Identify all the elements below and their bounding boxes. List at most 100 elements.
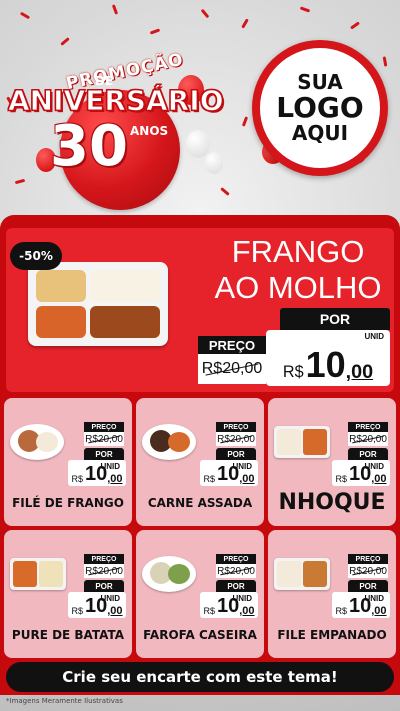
new-price: R$ 10,00 UNID [332, 592, 390, 618]
product-name: CARNE ASSADA [147, 496, 253, 510]
old-price: R$20,00 [198, 354, 266, 384]
por-label: POR [348, 580, 388, 592]
preco-label: PREÇO [198, 336, 266, 354]
salad [36, 306, 86, 338]
confetti [60, 37, 70, 46]
currency: R$ [335, 473, 347, 484]
preco-label: PREÇO [84, 422, 124, 432]
confetti [200, 8, 210, 19]
por-label: POR [84, 580, 124, 592]
price-cents: ,00 [107, 472, 123, 485]
confetti [299, 6, 311, 13]
currency: R$ [203, 473, 215, 484]
old-price: R$20,00 [348, 432, 388, 446]
por-label: POR [280, 308, 390, 330]
food-portion [13, 561, 37, 587]
preco-label: PREÇO [348, 554, 388, 564]
currency: R$ [71, 605, 83, 616]
logo-line1: SUA [297, 70, 343, 95]
new-price: R$ 10 ,00 UNID [266, 330, 390, 386]
confetti [149, 28, 161, 35]
unit-label: UNID [100, 594, 120, 603]
unit-label: UNID [100, 462, 120, 471]
food-portion [303, 429, 327, 455]
currency: R$ [282, 362, 304, 381]
old-price: R$20,00 [348, 564, 388, 578]
product-card[interactable]: PREÇOR$20,00 PORR$10,00UNID FAROFA CASEIRA [136, 530, 264, 658]
product-card[interactable]: PREÇOR$20,00 PORR$10,00UNID FILE EMPANADO [268, 530, 396, 658]
product-name: PURE DE BATATA [11, 628, 125, 642]
preco-label: PREÇO [84, 554, 124, 564]
currency: R$ [335, 605, 347, 616]
logo-line3: AQUI [291, 120, 349, 145]
price-cents: ,00 [239, 604, 255, 617]
food-portion [303, 561, 327, 587]
food-portion [168, 564, 190, 584]
currency: R$ [71, 473, 83, 484]
anniversary-badge: PROMOÇÃO DE ANIVERSÁRIO 30 ANOS [8, 50, 235, 210]
food-box-image [274, 558, 330, 590]
featured-food-image [28, 262, 168, 346]
price-cents: ,00 [345, 361, 374, 384]
promo-suffix: ANOS [130, 124, 169, 138]
food-plate-image [10, 424, 64, 460]
unit-label: UNID [232, 594, 252, 603]
food-box-image [10, 558, 66, 590]
price-cents: ,00 [371, 604, 387, 617]
new-price: R$ 10,00 UNID [68, 592, 126, 618]
old-price: R$20,00 [84, 432, 124, 446]
featured-title-line1: FRANGO [231, 234, 365, 269]
price-int: 10 [305, 344, 346, 385]
logo-line2: LOGO [276, 91, 364, 125]
unit-label: UNID [364, 462, 384, 471]
product-card[interactable]: PREÇOR$20,00 PORR$10,00UNID CARNE ASSADA [136, 398, 264, 526]
header-banner: PROMOÇÃO DE ANIVERSÁRIO 30 ANOS SUA LOGO… [0, 0, 400, 215]
confetti [382, 56, 388, 67]
confetti [241, 116, 249, 127]
food-tray [28, 262, 168, 346]
product-name: FILÉ DE FRANGO [12, 496, 124, 510]
currency: R$ [203, 605, 215, 616]
confetti [19, 11, 31, 20]
food-portion [277, 429, 301, 455]
food-portion [168, 432, 190, 452]
chicken [90, 306, 160, 338]
unit-label: UNID [232, 462, 252, 471]
food-box-image [274, 426, 330, 458]
discount-badge: -50% [10, 242, 62, 270]
unit-label: UNID [364, 332, 384, 341]
por-label: POR [216, 448, 256, 460]
por-label: POR [84, 448, 124, 460]
food-portion [39, 561, 63, 587]
product-card[interactable]: PREÇOR$20,00 PORR$10,00UNID FILÉ DE FRANGO [4, 398, 132, 526]
footer-note: *Imagens Meramente Ilustrativas [6, 697, 123, 705]
preco-label: PREÇO [348, 422, 388, 432]
food-plate-image [142, 424, 196, 460]
product-name: NHOQUE [278, 490, 386, 515]
new-price: R$ 10,00 UNID [332, 460, 390, 486]
confetti [111, 4, 119, 15]
confetti [241, 18, 249, 29]
old-price: R$20,00 [84, 564, 124, 578]
price-cents: ,00 [107, 604, 123, 617]
product-card[interactable]: PREÇOR$20,00 PORR$10,00UNID PURE DE BATATA [4, 530, 132, 658]
food-plate-image [142, 556, 196, 592]
new-price: R$ 10,00 UNID [68, 460, 126, 486]
rice [90, 270, 160, 302]
promo-number: 30 [50, 114, 128, 179]
create-flyer-button[interactable]: Crie seu encarte com este tema! [6, 662, 394, 692]
new-price: R$ 10,00 UNID [200, 460, 258, 486]
featured-title: FRANGO AO MOLHO [200, 234, 396, 306]
logo-placeholder[interactable]: SUA LOGO AQUI [252, 40, 388, 176]
confetti [350, 21, 360, 30]
logo-inner: SUA LOGO AQUI [260, 48, 380, 168]
new-price: R$ 10,00 UNID [200, 592, 258, 618]
featured-title-line2: AO MOLHO [214, 270, 382, 305]
price-cents: ,00 [371, 472, 387, 485]
preco-label: PREÇO [216, 554, 256, 564]
old-price: R$20,00 [216, 564, 256, 578]
food-portion [36, 432, 58, 452]
product-card[interactable]: PREÇOR$20,00 PORR$10,00UNID NHOQUE [268, 398, 396, 526]
price-cents: ,00 [239, 472, 255, 485]
product-name: FAROFA CASEIRA [143, 628, 257, 642]
